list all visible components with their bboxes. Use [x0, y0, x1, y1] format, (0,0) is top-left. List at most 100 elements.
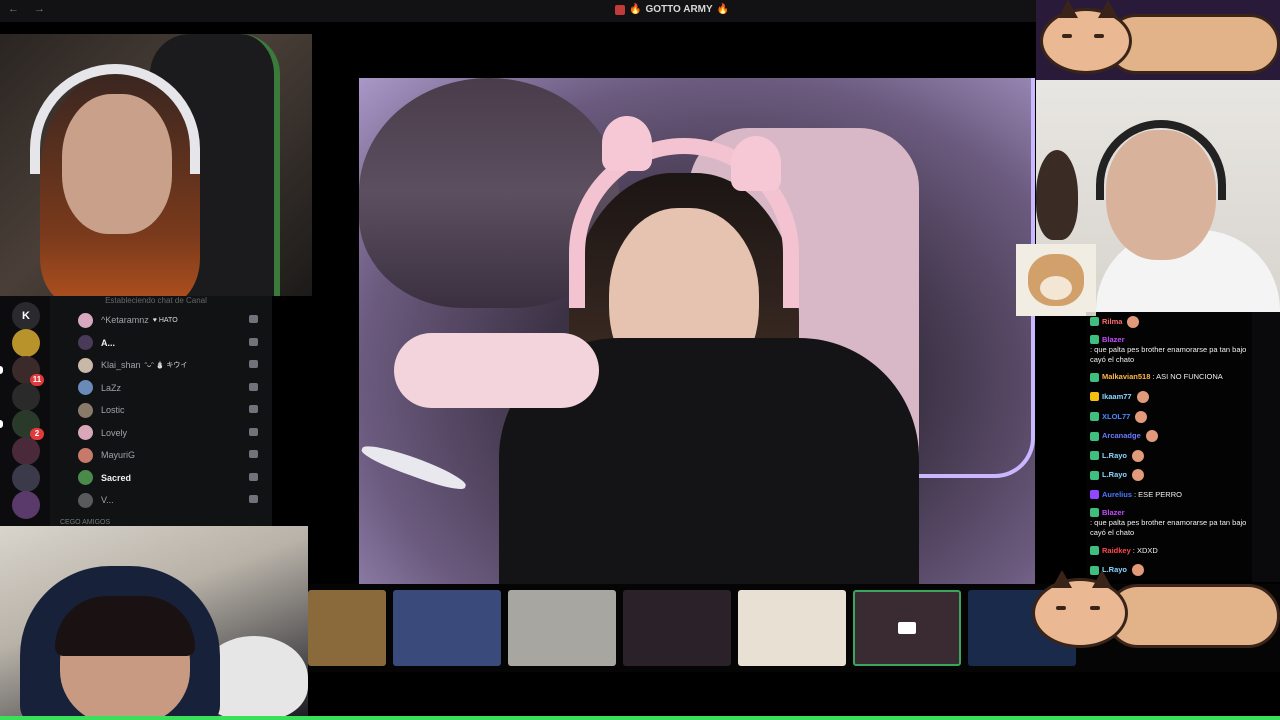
chat-username[interactable]: L.Rayo	[1102, 470, 1127, 480]
chat-username[interactable]: Raidkey	[1102, 546, 1131, 556]
chat-emote-icon	[1135, 410, 1148, 423]
microphone	[394, 333, 599, 408]
camera-icon	[249, 382, 258, 391]
avatar	[78, 470, 93, 486]
camera-icon	[249, 472, 258, 481]
voice-user[interactable]: A...	[78, 332, 268, 355]
chat-emote-icon	[1145, 430, 1158, 443]
cat-head	[1032, 578, 1128, 648]
chat-message: Blazer: que palta pes brother enamorarse…	[1086, 332, 1252, 368]
cat-ear	[1098, 0, 1118, 18]
door	[1036, 150, 1078, 240]
participant-tile[interactable]	[623, 590, 731, 666]
voice-status-icons	[249, 382, 258, 391]
voice-user-name: Klai_shan	[101, 360, 141, 371]
participant-tile[interactable]	[853, 590, 961, 666]
webcam-top-left[interactable]	[0, 34, 312, 296]
webcam-bottom-left[interactable]	[0, 526, 308, 720]
chat-username[interactable]: Rilma	[1102, 317, 1122, 327]
chat-badge-icon	[1090, 490, 1099, 500]
chat-username[interactable]: Aurelius	[1102, 490, 1132, 500]
server-icon[interactable]	[12, 437, 40, 465]
chat-username[interactable]: L.Rayo	[1102, 451, 1127, 461]
discord-sidebar: K 11 2 Estableciendo chat de Canal ^Ketara…	[0, 296, 272, 526]
voice-user[interactable]: MayuriG	[78, 444, 268, 467]
server-icon[interactable]	[12, 383, 40, 411]
camera-icon	[249, 405, 258, 413]
cat-eye	[1094, 34, 1104, 38]
voice-user-list: ^Ketaramnz ♥ HATO A... Klai_shan ᵔᴗᵔ ⛄ キウイ La…	[78, 309, 268, 512]
channel-title-text: GOTTO ARMY	[645, 4, 713, 15]
participant-tile[interactable]	[393, 590, 501, 666]
voice-user[interactable]: Klai_shan ᵔᴗᵔ ⛄ キウイ	[78, 354, 268, 377]
camera-icon	[249, 495, 258, 503]
chat-emote-icon	[1127, 315, 1140, 328]
participant-tile[interactable]	[508, 590, 616, 666]
voice-user-name: A...	[101, 337, 116, 348]
camera-icon	[249, 450, 258, 458]
nav-arrows[interactable]: ← →	[8, 3, 51, 15]
participant-tile[interactable]	[308, 590, 386, 666]
server-icon[interactable]	[12, 491, 40, 519]
server-icon[interactable]: 11	[12, 356, 44, 386]
cat-ear	[1052, 570, 1072, 588]
voice-user[interactable]: V...	[78, 489, 268, 512]
voice-channel-label[interactable]: CEGO AMIGOS	[60, 519, 110, 526]
cat-ear-right	[731, 136, 781, 191]
voice-user-name: Sacred	[101, 472, 132, 483]
chat-message: L.Rayo	[1086, 446, 1252, 466]
hair	[55, 596, 195, 656]
avatar	[78, 447, 93, 463]
voice-user[interactable]: Lostic	[78, 399, 268, 422]
server-icon[interactable]: K	[12, 302, 40, 330]
chat-message: Aurelius: ESE PERRO	[1086, 485, 1252, 505]
chat-badge-icon	[1090, 317, 1099, 327]
voice-status-icons	[249, 450, 258, 458]
avatar	[78, 425, 93, 441]
chat-username[interactable]: Arcanadge	[1102, 431, 1141, 441]
chat-badge-icon	[1090, 335, 1099, 345]
voice-user[interactable]: LaZz	[78, 377, 268, 400]
voice-status-icons	[249, 427, 258, 436]
voice-status-icons	[249, 405, 258, 413]
chat-username[interactable]: Malkavian518	[1102, 372, 1150, 382]
bread-body	[1106, 14, 1280, 74]
voice-user[interactable]: Lovely	[78, 422, 268, 445]
chat-username[interactable]: XLOL77	[1102, 412, 1130, 422]
avatar	[78, 335, 93, 351]
avatar	[78, 312, 93, 328]
mic-arm	[359, 439, 469, 495]
server-icon[interactable]	[12, 464, 40, 492]
avatar	[78, 402, 93, 418]
voice-user-name: ^Ketaramnz	[101, 315, 149, 326]
camera-icon	[249, 360, 258, 368]
server-label: K	[22, 310, 30, 322]
chat-overlay: Rilma Blazer: que palta pes brother enamo…	[1086, 312, 1252, 580]
server-icon[interactable]: 2	[12, 410, 44, 440]
server-icon[interactable]	[12, 329, 40, 357]
voice-header: Estableciendo chat de Canal	[105, 296, 207, 305]
chat-badge-icon	[1090, 451, 1099, 461]
cat-bread-overlay-bottom	[1028, 570, 1280, 656]
chat-username[interactable]: Ikaam77	[1102, 392, 1132, 402]
chat-text: : que palta pes brother enamorarse pa ta…	[1090, 517, 1247, 537]
chat-badge-icon	[1090, 431, 1099, 441]
voice-status-icons	[249, 472, 258, 481]
chat-message: XLOL77	[1086, 407, 1252, 427]
voice-status-icons	[249, 315, 258, 323]
chat-badge-icon	[1090, 372, 1099, 382]
fire-icon: 🔥	[716, 4, 730, 15]
server-list: K 11 2	[0, 296, 50, 526]
chat-emote-icon	[1136, 390, 1149, 403]
webcam-main[interactable]	[359, 78, 1035, 584]
participant-tile[interactable]	[738, 590, 846, 666]
chat-badge-icon	[1090, 508, 1099, 518]
cat-ear	[1092, 570, 1112, 588]
chat-username[interactable]: Blazer	[1102, 335, 1125, 345]
voice-user[interactable]: Sacred	[78, 467, 268, 490]
unread-indicator	[0, 366, 3, 374]
chat-backdrop	[1252, 312, 1280, 582]
chat-username[interactable]: Blazer	[1102, 508, 1125, 518]
cat-ear	[1058, 0, 1078, 18]
voice-user[interactable]: ^Ketaramnz ♥ HATO	[78, 309, 268, 332]
